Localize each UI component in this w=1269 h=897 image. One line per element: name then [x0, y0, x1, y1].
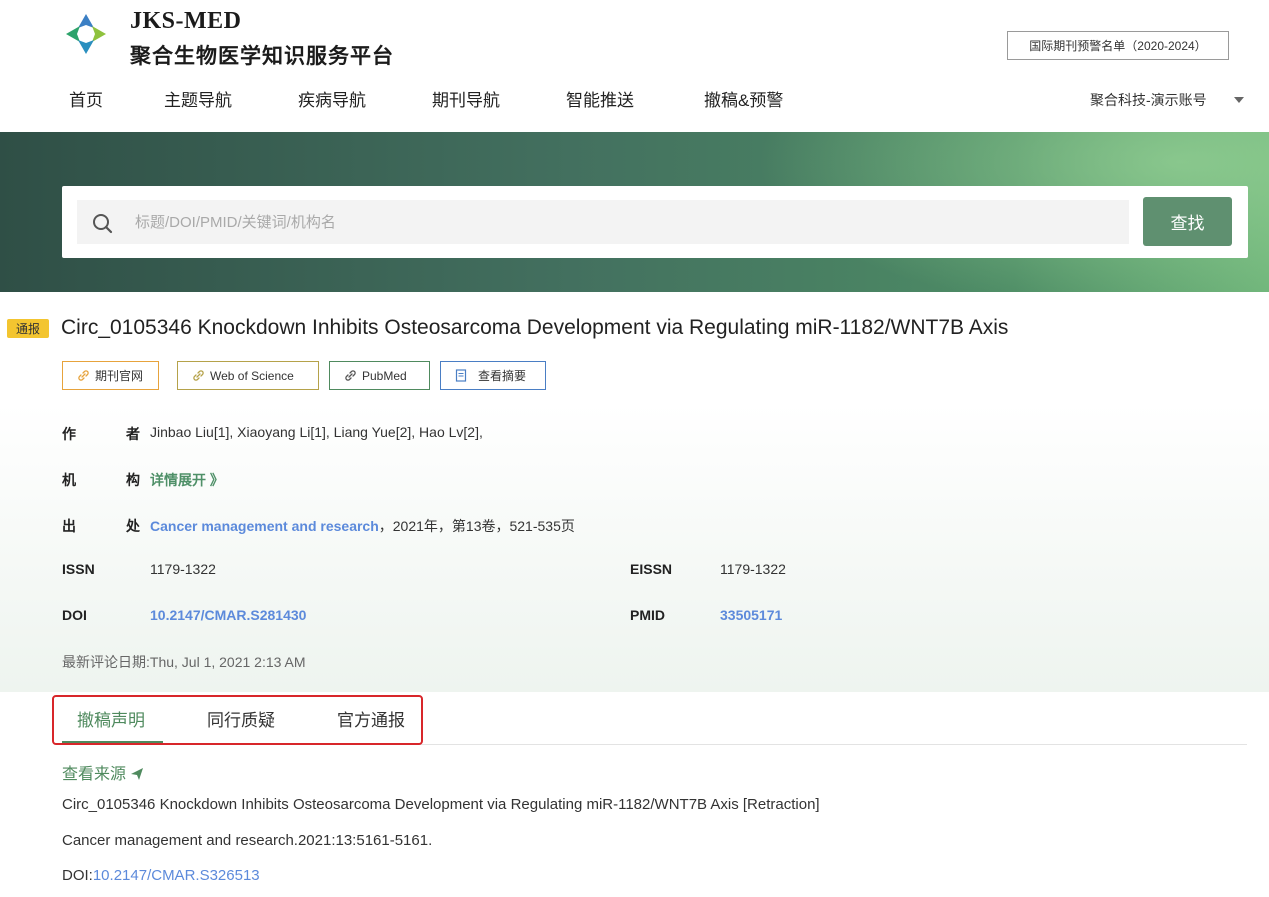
- nav-item-topic[interactable]: 主题导航: [164, 86, 232, 111]
- issn-value: 1179-1322: [150, 561, 216, 577]
- tab-bar: 撤稿声明 同行质疑 官方通报: [62, 695, 1247, 745]
- authors-label-1: 作: [62, 426, 76, 442]
- tab-retraction-statement[interactable]: 撤稿声明: [77, 706, 145, 731]
- doi-label: DOI: [62, 607, 87, 623]
- search-button[interactable]: 查找: [1143, 197, 1232, 246]
- link-icon: [345, 370, 356, 381]
- institution-label-2: 构: [126, 472, 140, 488]
- search-box: 查找: [62, 186, 1248, 258]
- article-title: Circ_0105346 Knockdown Inhibits Osteosar…: [61, 316, 1009, 339]
- nav-item-journal[interactable]: 期刊导航: [432, 86, 500, 111]
- latest-comment-date: 最新评论日期:Thu, Jul 1, 2021 2:13 AM: [62, 654, 306, 670]
- warning-list-button[interactable]: 国际期刊预警名单（2020-2024）: [1007, 31, 1229, 60]
- source-line: Cancer management and research，2021年，第13…: [150, 516, 575, 536]
- send-icon: [131, 768, 144, 780]
- notice-badge: 通报: [7, 319, 49, 338]
- logo-subtitle: 聚合生物医学知识服务平台: [130, 43, 394, 68]
- pmid-label: PMID: [630, 607, 665, 623]
- eissn-label: EISSN: [630, 561, 673, 577]
- search-input[interactable]: [135, 200, 1115, 244]
- search-field: [77, 200, 1129, 244]
- article-background: [0, 292, 1269, 692]
- pubmed-button[interactable]: PubMed: [329, 361, 430, 390]
- main-nav: 首页 主题导航 疾病导航 期刊导航 智能推送 撤稿&预警: [0, 86, 1269, 120]
- abstract-button[interactable]: 查看摘要: [440, 361, 546, 390]
- site-header: JKS-MED 聚合生物医学知识服务平台 国际期刊预警名单（2020-2024）…: [0, 0, 1269, 132]
- issn-label: ISSN: [62, 561, 95, 577]
- journal-site-label: 期刊官网: [95, 369, 144, 383]
- document-icon: [455, 369, 467, 382]
- caret-down-icon[interactable]: [1234, 97, 1244, 103]
- view-source-link[interactable]: 查看来源: [62, 760, 144, 784]
- web-of-science-button[interactable]: Web of Science: [177, 361, 319, 390]
- source-detail: ，2021年，第13卷，521-535页: [378, 518, 575, 534]
- active-tab-underline: [62, 741, 163, 744]
- logo-icon[interactable]: [64, 12, 108, 56]
- search-banner: 查找: [0, 132, 1269, 292]
- view-source-label: 查看来源: [62, 766, 127, 783]
- retraction-doi-link[interactable]: 10.2147/CMAR.S326513: [93, 867, 260, 884]
- source-label-1: 出: [62, 518, 76, 534]
- authors-list: Jinbao Liu[1], Xiaoyang Li[1], Liang Yue…: [150, 424, 483, 440]
- pubmed-label: PubMed: [362, 368, 407, 383]
- journal-site-button[interactable]: 期刊官网: [62, 361, 159, 390]
- retraction-citation: Cancer management and research.2021:13:5…: [62, 832, 433, 849]
- retraction-doi-prefix: DOI:: [62, 867, 93, 884]
- eissn-value: 1179-1322: [720, 561, 786, 577]
- logo-title[interactable]: JKS-MED: [130, 8, 242, 35]
- link-icon: [193, 370, 204, 381]
- account-menu[interactable]: 聚合科技-演示账号: [1090, 90, 1207, 110]
- institution-expand-link[interactable]: 详情展开 》: [150, 470, 224, 490]
- tab-peer-question[interactable]: 同行质疑: [207, 706, 275, 731]
- authors-label-2: 者: [126, 426, 140, 442]
- source-label-2: 处: [126, 518, 140, 534]
- doi-link[interactable]: 10.2147/CMAR.S281430: [150, 607, 306, 623]
- retraction-title: Circ_0105346 Knockdown Inhibits Osteosar…: [62, 796, 820, 813]
- web-of-science-label: Web of Science: [210, 368, 294, 383]
- link-icon: [78, 370, 89, 381]
- pmid-link[interactable]: 33505171: [720, 607, 782, 623]
- source-journal-link[interactable]: Cancer management and research: [150, 518, 379, 534]
- nav-item-retraction[interactable]: 撤稿&预警: [704, 86, 783, 111]
- retraction-doi-line: DOI:10.2147/CMAR.S326513: [62, 867, 260, 884]
- nav-item-home[interactable]: 首页: [69, 86, 103, 111]
- abstract-label: 查看摘要: [478, 369, 527, 383]
- search-icon: [93, 214, 113, 234]
- tab-official-notice[interactable]: 官方通报: [337, 706, 405, 731]
- nav-item-smart-push[interactable]: 智能推送: [566, 86, 634, 111]
- institution-label-1: 机: [62, 472, 76, 488]
- nav-item-disease[interactable]: 疾病导航: [298, 86, 366, 111]
